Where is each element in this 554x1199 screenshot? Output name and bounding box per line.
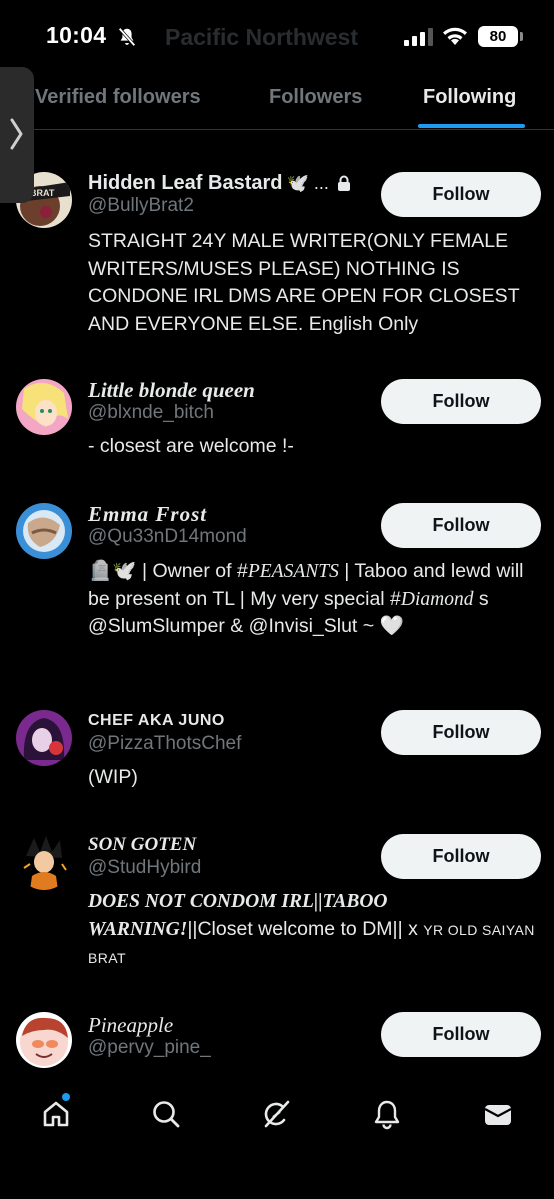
name-row: CHEF AKA JUNO	[88, 708, 225, 734]
user-handle: @StudHybird	[88, 857, 202, 878]
user-bio: (WIP)	[88, 766, 138, 788]
follow-button[interactable]: Follow	[381, 710, 541, 755]
follow-button[interactable]: Follow	[381, 834, 541, 879]
tab-followers[interactable]: Followers	[269, 86, 362, 109]
display-name[interactable]: SON GOTEN	[88, 834, 196, 856]
name-row: Little blonde queen	[88, 377, 255, 403]
messages-icon[interactable]	[482, 1098, 514, 1130]
follow-button[interactable]: Follow	[381, 172, 541, 217]
bell-off-icon	[118, 27, 136, 47]
cellular-signal-icon	[404, 28, 433, 46]
name-row: Emma Frost	[88, 501, 207, 527]
bottom-navigation	[0, 1072, 554, 1199]
wifi-icon	[443, 27, 467, 45]
user-handle: @PizzaThotsChef	[88, 733, 242, 754]
bio-hashtag-diamond[interactable]: Diamond	[401, 589, 474, 610]
display-name-extra: 🕊️ ...	[286, 172, 329, 193]
bio-hashtag-peasants[interactable]: PEASANTS	[248, 561, 339, 582]
status-bar: 10:04 Pacific Northwest 80	[0, 0, 554, 66]
home-icon[interactable]	[40, 1098, 72, 1130]
tab-bar: Verified followers Followers Following	[0, 66, 554, 130]
chevron-right-icon	[10, 118, 23, 150]
avatar[interactable]	[16, 834, 72, 890]
display-name[interactable]: Pineapple	[88, 1013, 173, 1038]
user-handle: @blxnde_bitch	[88, 402, 214, 423]
avatar[interactable]	[16, 503, 72, 559]
home-notification-dot	[62, 1093, 70, 1101]
display-name[interactable]: CHEF AKA JUNO	[88, 712, 225, 730]
active-tab-indicator	[418, 124, 525, 128]
avatar[interactable]	[16, 379, 72, 435]
status-time: 10:04	[46, 22, 107, 48]
avatar[interactable]	[16, 1012, 72, 1068]
bio-text: ||Closet welcome to DM|| x	[187, 917, 424, 940]
display-name[interactable]: Hidden Leaf Bastard	[88, 172, 282, 195]
name-row: Pineapple	[88, 1012, 173, 1038]
user-handle: @BullyBrat2	[88, 195, 194, 216]
follow-button[interactable]: Follow	[381, 1012, 541, 1057]
side-drawer-handle[interactable]	[0, 67, 34, 203]
display-name[interactable]: Little blonde queen	[88, 378, 255, 403]
bio-text: 🪦🕊️ | Owner of #	[88, 560, 248, 582]
display-name[interactable]: Emma Frost	[88, 502, 207, 527]
tab-verified-followers[interactable]: Verified followers	[35, 86, 201, 109]
battery-tip	[520, 32, 523, 41]
lock-icon	[337, 175, 350, 191]
name-row: Hidden Leaf Bastard 🕊️ ...	[88, 170, 351, 196]
user-handle: @pervy_pine_	[88, 1037, 211, 1058]
grok-icon[interactable]	[260, 1098, 292, 1130]
follow-button[interactable]: Follow	[381, 503, 541, 548]
tab-following[interactable]: Following	[423, 86, 516, 109]
notifications-icon[interactable]	[371, 1098, 403, 1130]
header-title-ghost: Pacific Northwest	[165, 24, 358, 50]
avatar[interactable]	[16, 710, 72, 766]
user-bio: DOES NOT CONDOM IRL||TABOO WARNING!||Clo…	[88, 888, 538, 973]
user-handle: @Qu33nD14mond	[88, 526, 247, 547]
search-icon[interactable]	[150, 1098, 182, 1130]
user-bio: STRAIGHT 24Y MALE WRITER(ONLY FEMALE WRI…	[88, 230, 520, 335]
user-bio: - closest are welcome !-	[88, 435, 294, 457]
user-bio: 🪦🕊️ | Owner of #PEASANTS | Taboo and lew…	[88, 558, 538, 641]
follow-button[interactable]: Follow	[381, 379, 541, 424]
battery-indicator: 80	[478, 26, 518, 47]
name-row: SON GOTEN	[88, 832, 196, 858]
